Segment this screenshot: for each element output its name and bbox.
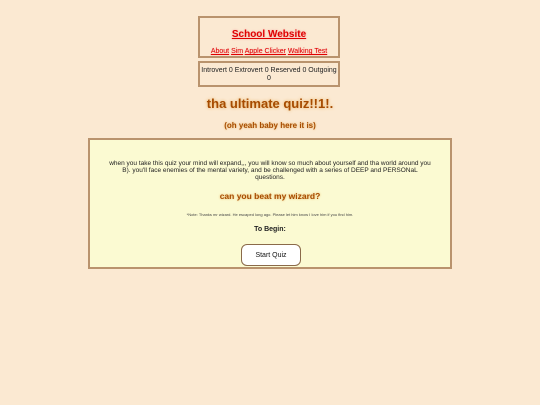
- nav-link-about[interactable]: About: [211, 48, 229, 55]
- score-counter: Introvert 0 Extrovert 0 Reserved 0 Outgo…: [198, 61, 340, 87]
- to-begin-label: To Begin:: [254, 226, 286, 233]
- site-title[interactable]: School Website: [200, 29, 338, 40]
- quiz-intro-text: when you take this quiz your mind will e…: [109, 160, 431, 181]
- quiz-intro-panel: when you take this quiz your mind will e…: [88, 138, 452, 269]
- site-header: School Website About Sim Apple Clicker W…: [198, 16, 340, 58]
- page-title: tha ultimate quiz!!1!.: [206, 96, 334, 111]
- page-subtitle: (oh yeah baby here it is): [224, 121, 316, 130]
- start-quiz-button[interactable]: Start Quiz: [241, 244, 301, 266]
- nav-link-sim[interactable]: Sim: [231, 48, 243, 55]
- nav-link-apple-clicker[interactable]: Apple Clicker: [245, 48, 286, 55]
- nav-bar: About Sim Apple Clicker Walking Test: [200, 48, 338, 56]
- nav-link-walking-test[interactable]: Walking Test: [288, 48, 327, 55]
- score-text: Introvert 0 Extrovert 0 Reserved 0 Outgo…: [201, 67, 337, 82]
- quiz-challenge-heading: can you beat my wizard?: [219, 191, 321, 201]
- wizard-note: *Note: Thanks mr wizard. He escaped long…: [186, 212, 354, 217]
